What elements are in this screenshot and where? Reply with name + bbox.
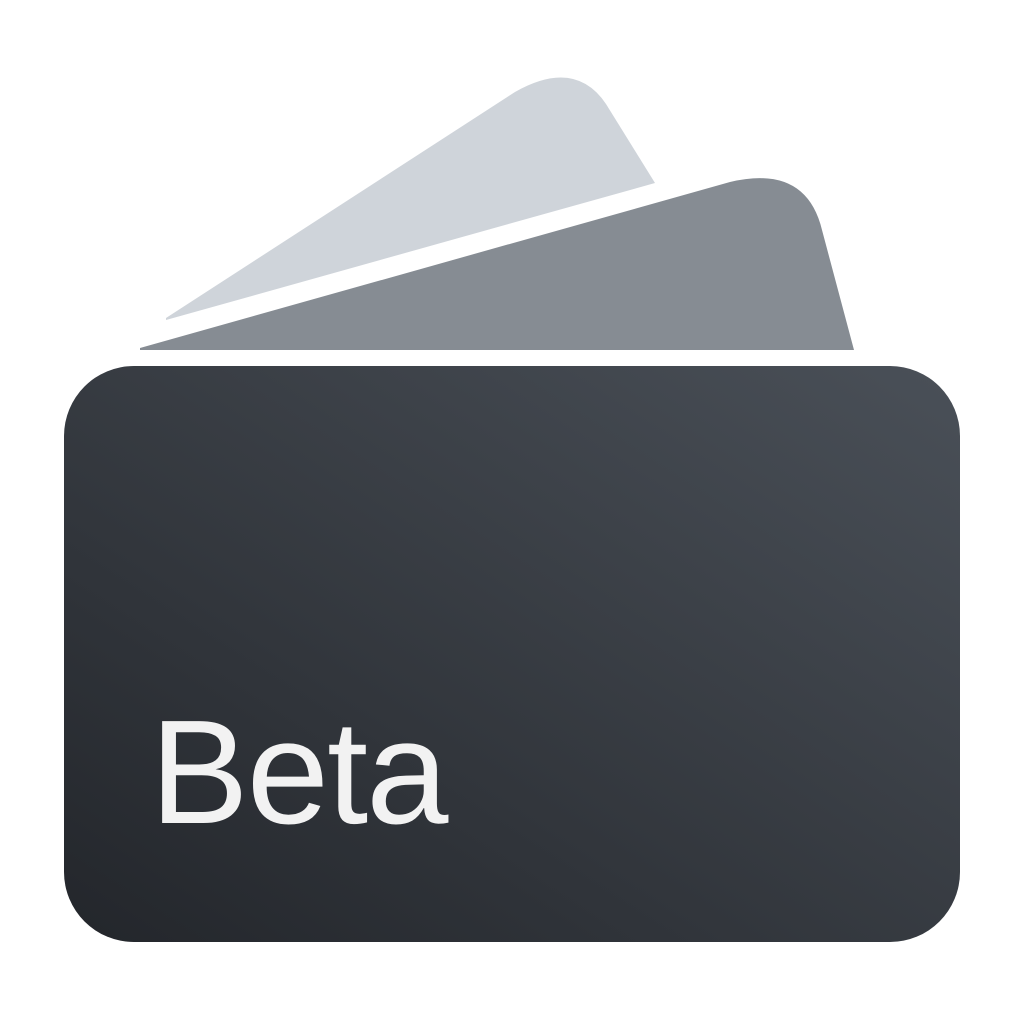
beta-label: Beta: [150, 690, 448, 855]
wallet-body-icon: Beta: [64, 366, 960, 942]
app-icon: Beta: [0, 0, 1024, 1024]
wallet-body-gradient: [64, 366, 960, 942]
